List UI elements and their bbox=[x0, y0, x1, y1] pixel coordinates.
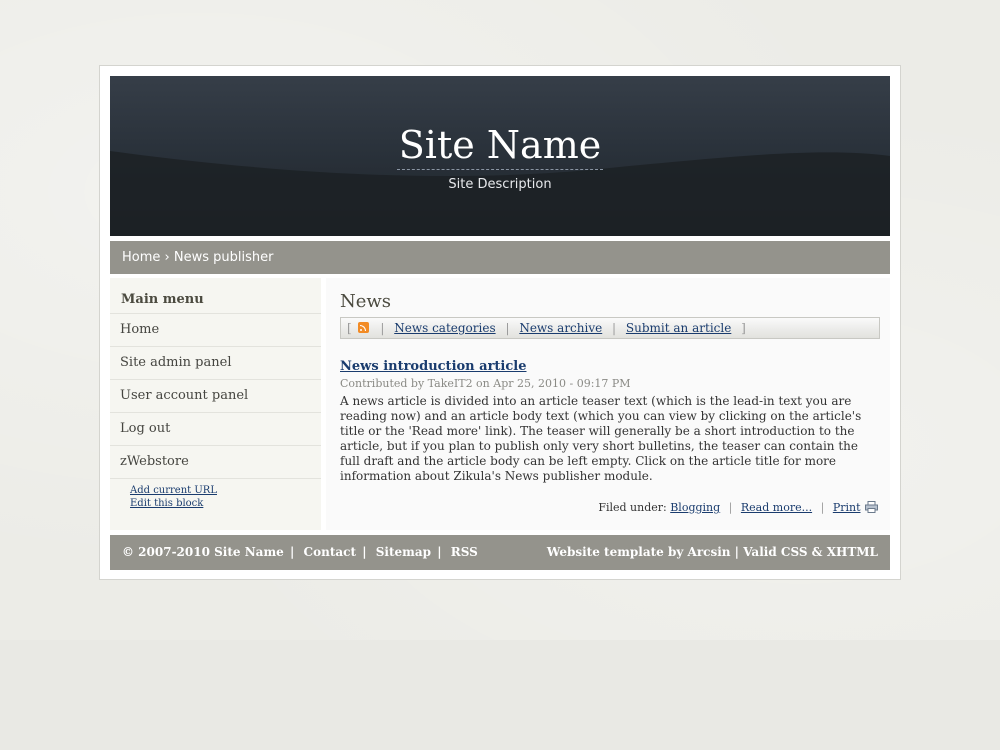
news-archive-link[interactable]: News archive bbox=[519, 321, 602, 335]
site-footer: © 2007-2010 Site Name | Contact | Sitema… bbox=[110, 535, 890, 570]
nav-separator: | bbox=[505, 321, 510, 335]
nav-bracket-open: [ bbox=[347, 321, 352, 335]
article-meta: Contributed by TakeIT2 on Apr 25, 2010 -… bbox=[340, 377, 631, 390]
sidebar-item-user-account-panel[interactable]: User account panel bbox=[110, 380, 321, 413]
breadcrumb: Home › News publisher bbox=[110, 241, 890, 274]
print-link[interactable]: Print bbox=[833, 501, 861, 514]
news-nav-bar: [ | News categories | News archive | Sub… bbox=[340, 317, 880, 339]
site-name-text: Site Name bbox=[396, 123, 604, 170]
footer-link-separator: | bbox=[820, 501, 825, 514]
rss-feed-icon[interactable] bbox=[357, 322, 369, 333]
breadcrumb-home-link[interactable]: Home bbox=[122, 250, 160, 265]
site-header: Site Name Site Description bbox=[110, 76, 890, 236]
sidebar-item-zwebstore[interactable]: zWebstore bbox=[110, 446, 321, 479]
article-teaser-text: A news article is divided into an articl… bbox=[340, 394, 862, 483]
block-admin-links: Add current URL Edit this block bbox=[110, 479, 321, 510]
footer-sitemap-link[interactable]: Sitemap bbox=[376, 545, 431, 559]
footer-contact-link[interactable]: Contact bbox=[304, 545, 356, 559]
filed-under-label: Filed under: bbox=[598, 501, 667, 514]
sidebar-item-home[interactable]: Home bbox=[110, 314, 321, 347]
footer-rss-link[interactable]: RSS bbox=[451, 545, 478, 559]
main-content: News [ | News categories | News archive … bbox=[326, 278, 890, 530]
footer-link-separator: | bbox=[728, 501, 733, 514]
footer-pipe: | bbox=[437, 545, 442, 559]
breadcrumb-current: News publisher bbox=[173, 250, 274, 265]
site-description: Site Description bbox=[448, 177, 552, 192]
footer-copyright: © 2007-2010 Site Name bbox=[122, 545, 284, 559]
sidebar-main-menu: Main menu Home Site admin panel User acc… bbox=[110, 278, 321, 530]
read-more-link[interactable]: Read more... bbox=[741, 501, 812, 514]
site-name[interactable]: Site Name bbox=[110, 123, 890, 170]
news-categories-link[interactable]: News categories bbox=[394, 321, 495, 335]
nav-separator: | bbox=[612, 321, 617, 335]
nav-bracket-close: ] bbox=[741, 321, 746, 335]
footer-credits: Website template by Arcsin | Valid CSS &… bbox=[546, 545, 878, 559]
footer-pipe: | bbox=[289, 545, 295, 559]
sidebar-item-site-admin-panel[interactable]: Site admin panel bbox=[110, 347, 321, 380]
footer-pipe: | bbox=[362, 545, 367, 559]
sidebar-item-log-out[interactable]: Log out bbox=[110, 413, 321, 446]
page-wrapper: Site Name Site Description Home › News p… bbox=[99, 65, 901, 580]
edit-block-link[interactable]: Edit this block bbox=[130, 497, 321, 510]
page-title: News bbox=[340, 291, 392, 312]
printer-icon[interactable] bbox=[865, 501, 878, 513]
article-footer: Filed under: Blogging | Read more... | P… bbox=[598, 501, 878, 514]
category-blogging-link[interactable]: Blogging bbox=[670, 501, 720, 514]
add-current-url-link[interactable]: Add current URL bbox=[130, 484, 321, 497]
submit-article-link[interactable]: Submit an article bbox=[626, 321, 731, 335]
breadcrumb-separator: › bbox=[164, 250, 170, 265]
nav-separator: | bbox=[380, 321, 385, 335]
main-menu-title: Main menu bbox=[110, 278, 321, 314]
article-title-link[interactable]: News introduction article bbox=[340, 359, 527, 374]
